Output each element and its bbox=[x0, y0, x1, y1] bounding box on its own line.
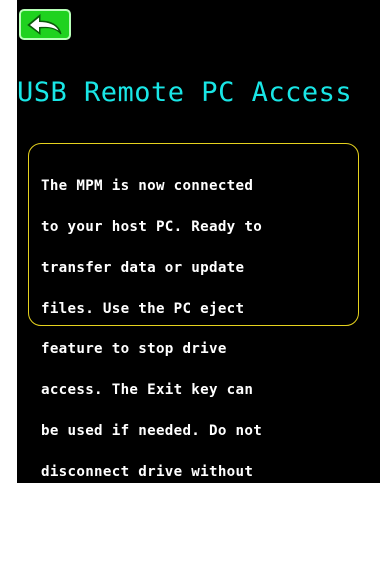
message-line: feature to stop drive bbox=[41, 341, 227, 358]
message-line: to your host PC. Ready to bbox=[41, 218, 263, 235]
back-arrow-icon bbox=[27, 14, 62, 35]
message-line: files. Use the PC eject bbox=[41, 300, 245, 317]
message-line: disconnect drive without bbox=[41, 463, 254, 480]
back-button[interactable] bbox=[19, 9, 71, 40]
message-line: be used if needed. Do not bbox=[41, 422, 263, 439]
device-screen: USB Remote PC Access The MPM is now conn… bbox=[17, 0, 380, 560]
message-line: be lost. bbox=[41, 545, 112, 562]
message-line: transfer data or update bbox=[41, 259, 245, 276]
message-text: The MPM is now connected to your host PC… bbox=[41, 153, 359, 588]
message-line: access. The Exit key can bbox=[41, 382, 254, 399]
message-line: alerting PC or data may bbox=[41, 504, 245, 521]
page-title: USB Remote PC Access bbox=[17, 77, 353, 108]
message-line: The MPM is now connected bbox=[41, 178, 254, 195]
